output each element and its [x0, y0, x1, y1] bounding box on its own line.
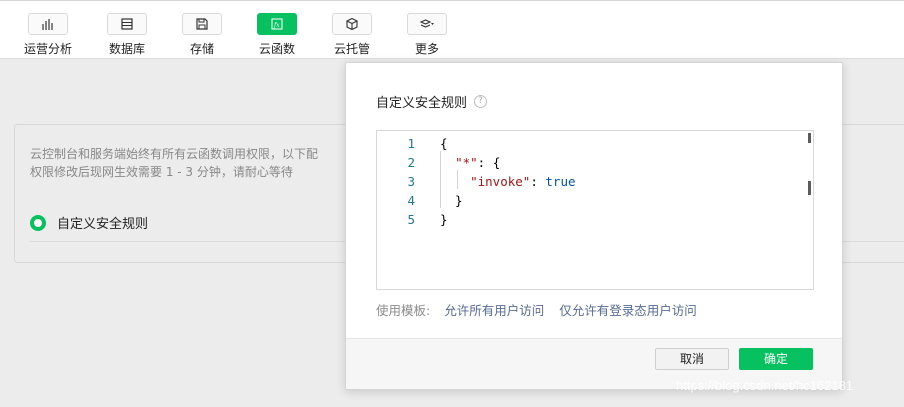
code-line: 4 } — [377, 191, 797, 210]
template-link-logged-in-users[interactable]: 仅允许有登录态用户访问 — [559, 300, 697, 319]
custom-rule-option-label: 自定义安全规则 — [57, 217, 149, 232]
storage-icon — [182, 13, 222, 35]
permission-notice: 云控制台和服务端始终有所有云函数调用权限，以下配 权限修改后现网生效需要 1 -… — [30, 145, 318, 181]
security-rule-dialog: 自定义安全规则 ? 1{2 "*": {3 "invoke": true 4 } 5… — [345, 62, 843, 390]
line-number: 4 — [407, 193, 415, 208]
toolbar-label-cloud-function: 云函数 — [258, 42, 295, 56]
layers-icon — [407, 13, 447, 35]
toolbar-item-analytics[interactable]: 运营分析 — [18, 13, 78, 57]
toolbar-label-storage: 存储 — [189, 42, 214, 56]
code-line: 5} — [377, 210, 797, 229]
code-text: "*": { — [455, 155, 501, 170]
notice-line-2: 权限修改后现网生效需要 1 - 3 分钟，请耐心等待 — [30, 165, 293, 179]
cube-icon — [332, 13, 372, 35]
notice-line-1: 云控制台和服务端始终有所有云函数调用权限，以下配 — [30, 147, 319, 161]
code-text: "invoke": true — [470, 174, 576, 189]
toolbar-item-cloud-function[interactable]: fx 云函数 — [247, 13, 307, 57]
bar-chart-icon — [28, 13, 68, 35]
toolbar-label-analytics: 运营分析 — [23, 42, 72, 56]
custom-rule-option[interactable]: 自定义安全规则 — [30, 213, 148, 232]
code-text: } — [440, 193, 463, 208]
template-row: 使用模板: 允许所有用户访问 仅允许有登录态用户访问 — [376, 300, 712, 319]
dialog-title: 自定义安全规则 ? — [376, 92, 488, 111]
code-text: { — [440, 136, 448, 151]
toolbar-label-more: 更多 — [414, 42, 439, 56]
toolbar-item-more[interactable]: 更多 — [397, 13, 457, 57]
line-number: 3 — [407, 174, 415, 189]
line-number: 5 — [407, 212, 415, 227]
code-editor[interactable]: 1{2 "*": {3 "invoke": true 4 } 5} — [376, 130, 814, 290]
code-text: } — [440, 212, 448, 227]
scroll-marker — [808, 133, 811, 143]
toolbar-label-database: 数据库 — [108, 42, 145, 56]
templates-label: 使用模板: — [376, 303, 431, 318]
code-line: 3 "invoke": true — [377, 172, 797, 191]
toolbar-label-cloud-hosting: 云托管 — [333, 42, 370, 56]
line-number: 2 — [407, 155, 415, 170]
dialog-title-text: 自定义安全规则 — [376, 96, 468, 111]
custom-rule-radio[interactable] — [30, 214, 46, 231]
watermark: https://blog.csdn.net/hc162181 — [676, 378, 854, 393]
function-icon: fx — [257, 13, 297, 35]
code-line: 2 "*": { — [377, 153, 797, 172]
chevron-down-icon — [431, 23, 434, 25]
editor-scrollbar[interactable] — [808, 131, 811, 231]
help-icon[interactable]: ? — [474, 95, 488, 108]
toolbar: 运营分析 数据库 存储 fx 云函数 云托管 更多 — [0, 1, 904, 59]
template-link-all-users[interactable]: 允许所有用户访问 — [444, 300, 544, 319]
database-icon — [107, 13, 147, 35]
toolbar-item-cloud-hosting[interactable]: 云托管 — [322, 13, 382, 57]
svg-text:fx: fx — [273, 22, 280, 29]
toolbar-item-storage[interactable]: 存储 — [172, 13, 232, 57]
code-line: 1{ — [377, 134, 797, 153]
confirm-button[interactable]: 确定 — [739, 348, 813, 370]
toolbar-item-database[interactable]: 数据库 — [97, 13, 157, 57]
line-number: 1 — [407, 136, 415, 151]
cancel-button[interactable]: 取消 — [655, 348, 729, 370]
scroll-marker — [808, 181, 811, 195]
